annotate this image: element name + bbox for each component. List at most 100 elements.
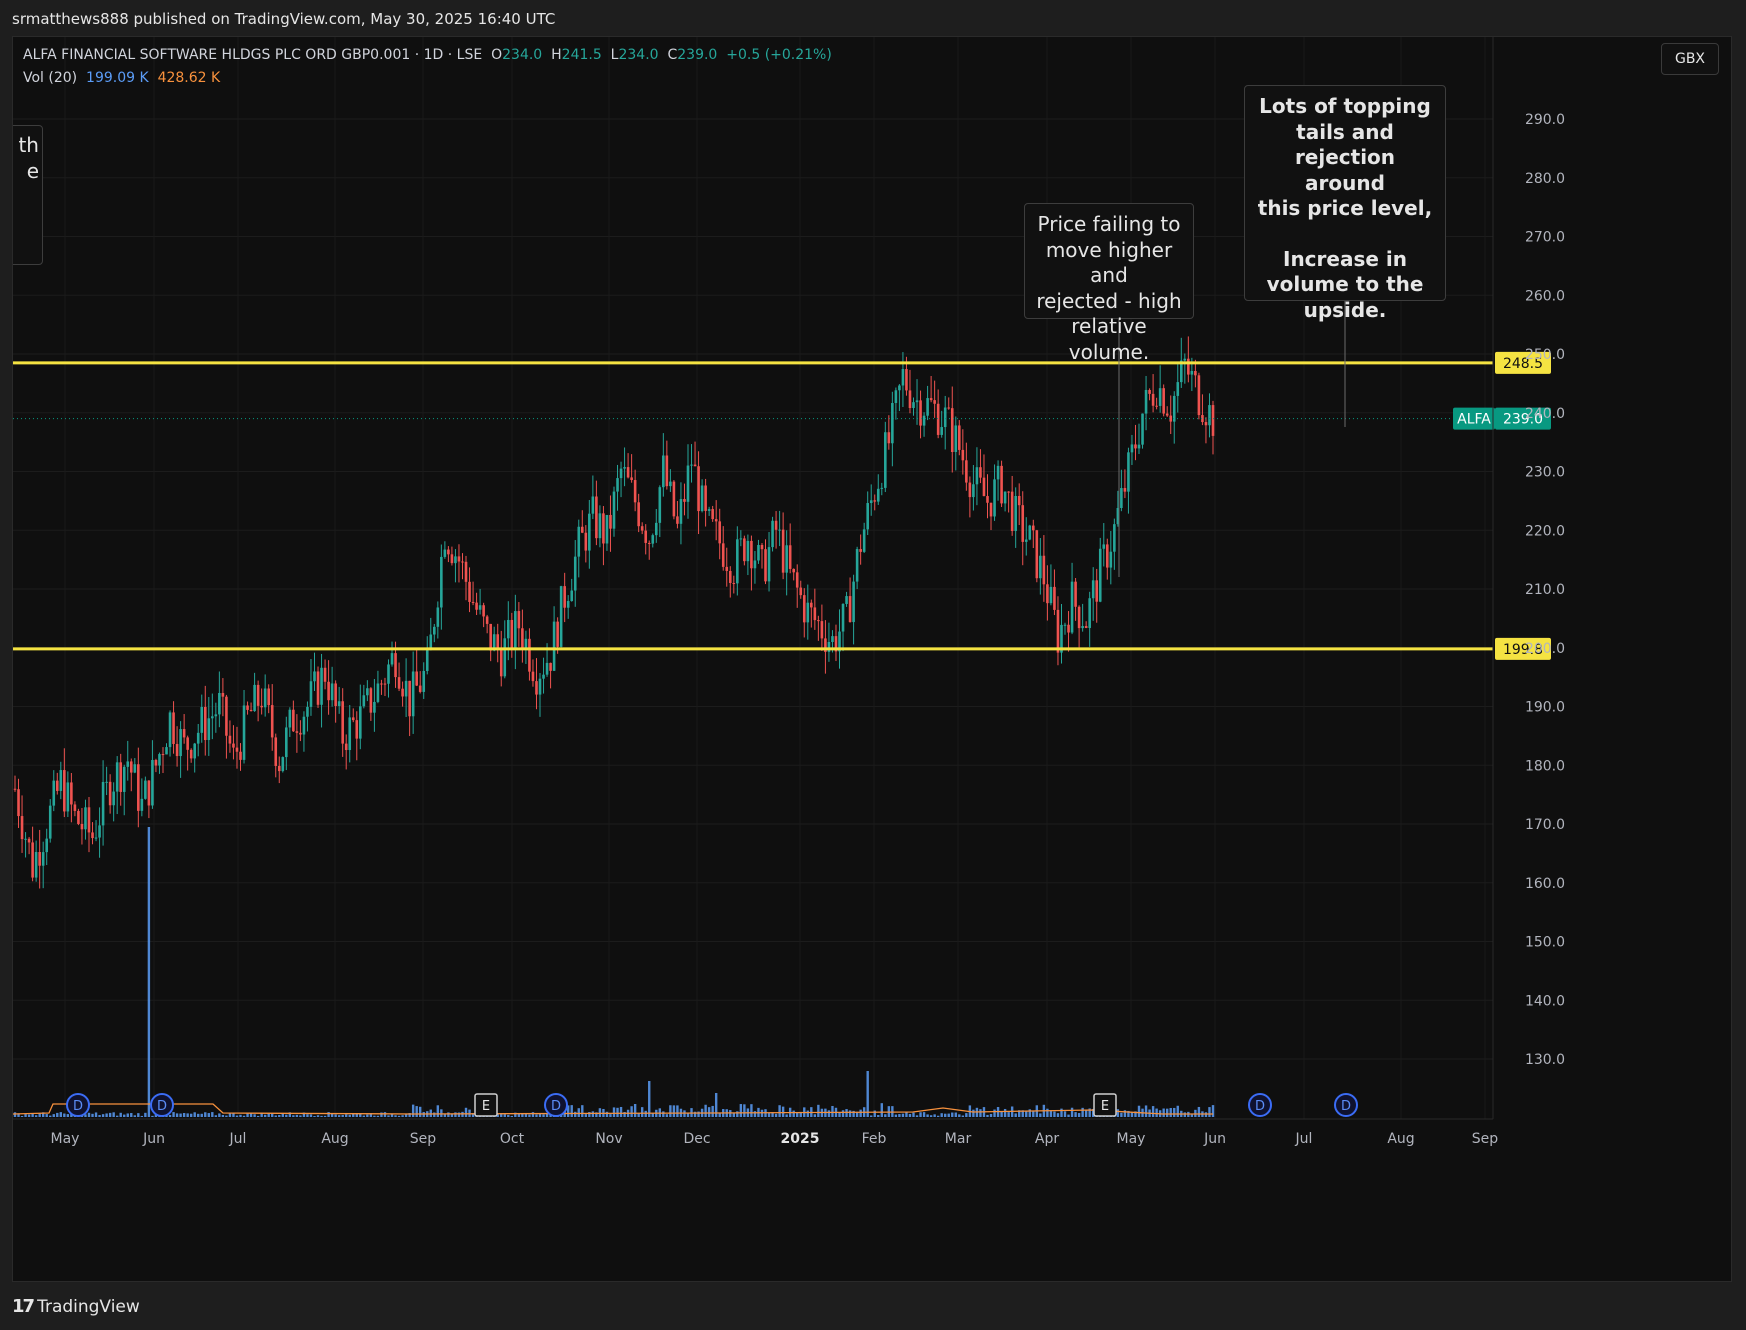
- volume-bar: [908, 1113, 912, 1117]
- volume-bar: [736, 1111, 739, 1117]
- candle-body: [330, 683, 334, 701]
- volume-bar: [306, 1114, 309, 1117]
- volume-bar: [401, 1115, 404, 1117]
- candle-body: [475, 602, 478, 610]
- volume-bar: [813, 1114, 817, 1117]
- y-tick-label: 190.0: [1525, 700, 1565, 716]
- candle-body: [894, 390, 898, 404]
- volume-bar: [362, 1115, 366, 1117]
- volume-bar: [1081, 1107, 1084, 1117]
- candle-body: [817, 620, 820, 622]
- volume-bar: [947, 1113, 950, 1117]
- volume-bar: [605, 1111, 609, 1117]
- volume-bar: [1211, 1105, 1215, 1117]
- candle-body: [344, 743, 348, 751]
- candle-body: [869, 500, 873, 504]
- annotation-left-partial[interactable]: th e: [13, 125, 43, 265]
- x-tick-label: 2025: [781, 1131, 820, 1147]
- candle-body: [144, 780, 147, 799]
- candle-body: [972, 484, 975, 498]
- candle-body: [510, 619, 514, 649]
- volume-bar: [648, 1081, 651, 1117]
- candle-body: [1042, 555, 1046, 585]
- candle-body: [496, 634, 500, 650]
- candle-body: [13, 788, 17, 790]
- candle-body: [112, 791, 115, 806]
- x-tick-label: Feb: [862, 1131, 887, 1147]
- candle-body: [274, 737, 278, 766]
- candle-body: [774, 520, 778, 530]
- candle-body: [538, 678, 542, 695]
- volume-bar: [926, 1114, 929, 1117]
- candle-body: [98, 825, 101, 838]
- candle-body: [1063, 624, 1067, 626]
- candle-body: [313, 671, 316, 682]
- volume-bar: [126, 1113, 129, 1117]
- candle-body: [1148, 389, 1151, 394]
- y-tick-label: 180.0: [1525, 758, 1565, 774]
- candle-body: [471, 601, 475, 603]
- candle-body: [986, 496, 989, 503]
- candle-body: [425, 650, 429, 671]
- currency-button[interactable]: GBX: [1661, 43, 1719, 75]
- candle-body: [1211, 405, 1215, 436]
- candle-body: [20, 816, 24, 840]
- volume-bar: [263, 1114, 267, 1117]
- tradingview-logo[interactable]: 17 TradingView: [12, 1296, 140, 1317]
- volume-bar: [1190, 1114, 1194, 1117]
- candle-body: [34, 852, 38, 878]
- candle-body: [908, 390, 912, 408]
- candle-body: [221, 692, 225, 697]
- candle-body: [929, 398, 933, 401]
- candle-body: [707, 509, 711, 511]
- volume-label: Vol (20): [23, 70, 78, 86]
- volume-bar: [175, 1113, 179, 1117]
- volume-bar: [45, 1114, 48, 1117]
- event-marker-label: E: [1101, 1099, 1109, 1114]
- change-value: +0.5 (+0.21%): [726, 47, 832, 63]
- volume-bar: [574, 1111, 577, 1117]
- volume-bar: [454, 1112, 457, 1117]
- volume-bar: [49, 1115, 52, 1117]
- volume-bar: [781, 1106, 785, 1117]
- candle-body: [781, 529, 785, 573]
- candle-body: [848, 596, 852, 623]
- candle-body: [580, 526, 584, 533]
- candle-body: [1194, 370, 1197, 376]
- y-tick-label: 240.0: [1525, 406, 1565, 422]
- candle-body: [1028, 525, 1032, 540]
- volume-bar: [1003, 1108, 1007, 1117]
- candle-body: [637, 502, 640, 527]
- volume-bar: [644, 1110, 647, 1117]
- candle-body: [478, 605, 482, 610]
- candle-body: [753, 560, 757, 569]
- y-tick-label: 170.0: [1525, 817, 1565, 833]
- chart-area[interactable]: 248.5 199.8 ALFA 239.0 130.0 140.0 150.0 160.0…: [12, 36, 1732, 1282]
- annotation-line: th: [18, 133, 39, 157]
- candle-body: [457, 556, 461, 562]
- volume-bar: [147, 827, 151, 1117]
- candle-body: [852, 581, 855, 623]
- candle-body: [683, 499, 686, 502]
- candle-body: [718, 521, 722, 544]
- candle-body: [912, 402, 915, 408]
- annotation-topping-tails[interactable]: Lots of topping tails and rejection arou…: [1244, 85, 1446, 322]
- candle-body: [1204, 422, 1208, 426]
- candle-body: [728, 570, 732, 583]
- volume-bar: [954, 1112, 957, 1117]
- volume-ma-value: 428.62 K: [157, 70, 221, 86]
- price-chart[interactable]: 248.5199.8ALFA 239.0 130.0140.0150.0160.0…: [13, 37, 1732, 1282]
- volume-bar: [743, 1104, 746, 1117]
- candle-body: [225, 696, 228, 736]
- candle-body: [270, 705, 274, 738]
- candle-body: [489, 623, 492, 651]
- candle-body: [359, 706, 362, 739]
- volume-bar: [140, 1115, 144, 1117]
- volume-bar: [447, 1112, 450, 1117]
- volume-bar: [334, 1114, 337, 1117]
- annotation-price-failing[interactable]: Price failing to move higher and rejecte…: [1024, 203, 1194, 364]
- candle-body: [415, 671, 418, 686]
- candle-body: [1032, 525, 1035, 531]
- candle-body: [55, 780, 59, 791]
- candle-body: [662, 455, 665, 488]
